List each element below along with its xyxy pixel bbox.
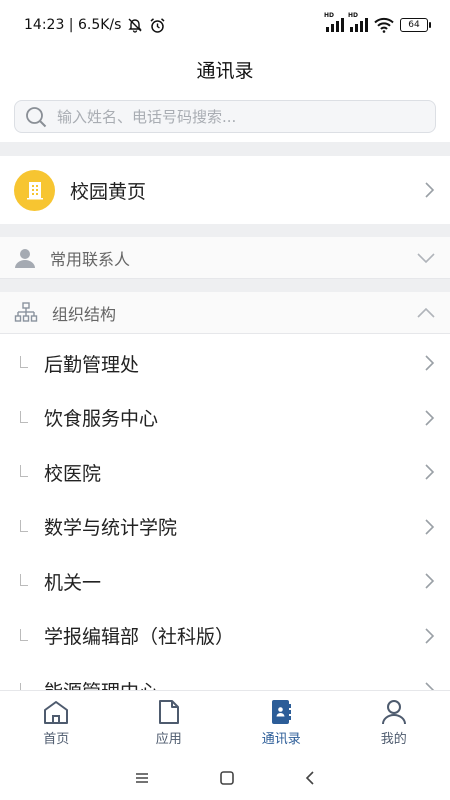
tab-apps[interactable]: 应用 bbox=[113, 691, 226, 754]
section-divider bbox=[0, 279, 450, 292]
tree-branch-icon bbox=[20, 356, 28, 369]
chevron-right-icon bbox=[425, 410, 435, 426]
tab-label: 我的 bbox=[380, 731, 407, 747]
contacts-book-icon bbox=[272, 699, 292, 724]
chevron-right-icon bbox=[425, 182, 435, 198]
status-bar: 14:23 | 6.5K/s HD HD 64 bbox=[0, 0, 450, 50]
tab-label: 首页 bbox=[43, 731, 70, 747]
search-bar bbox=[0, 92, 450, 142]
frequent-contacts-label: 常用联系人 bbox=[50, 249, 131, 269]
department-name: 后勤管理处 bbox=[44, 353, 140, 376]
org-tree-icon bbox=[14, 301, 38, 322]
chevron-right-icon bbox=[425, 682, 434, 690]
tab-contacts[interactable]: 通讯录 bbox=[225, 691, 338, 754]
battery-icon: 64 bbox=[400, 18, 431, 32]
hd-badge: HD bbox=[324, 12, 335, 19]
yellow-pages-label: 校园黄页 bbox=[70, 180, 147, 203]
document-icon bbox=[158, 699, 179, 724]
search-box[interactable] bbox=[14, 100, 436, 133]
tab-home[interactable]: 首页 bbox=[0, 691, 113, 754]
status-time-speed: 14:23 | 6.5K/s bbox=[24, 17, 122, 33]
notifications-muted-icon bbox=[128, 18, 143, 33]
campus-yellow-pages-row[interactable]: 校园黄页 bbox=[0, 156, 450, 224]
chevron-right-icon bbox=[425, 519, 435, 535]
tree-branch-icon bbox=[20, 519, 28, 532]
section-divider bbox=[0, 142, 450, 156]
chevron-right-icon bbox=[425, 355, 435, 371]
bottom-tab-bar: 首页 应用 通讯录 我的 bbox=[0, 690, 450, 754]
department-name: 饮食服务中心 bbox=[44, 408, 159, 431]
chevron-down-icon bbox=[417, 252, 435, 263]
alarm-icon bbox=[150, 17, 165, 33]
battery-level: 64 bbox=[408, 20, 420, 30]
department-item[interactable]: 校医院 bbox=[0, 445, 450, 500]
chevron-right-icon bbox=[425, 628, 435, 644]
status-left: 14:23 | 6.5K/s bbox=[24, 17, 166, 34]
department-item[interactable]: 学报编辑部（社科版） bbox=[0, 609, 450, 664]
department-item[interactable]: 饮食服务中心 bbox=[0, 391, 450, 446]
chevron-up-icon bbox=[417, 307, 435, 318]
signal-icon: HD bbox=[348, 12, 368, 32]
tree-branch-icon bbox=[20, 574, 28, 587]
chevron-right-icon bbox=[425, 464, 435, 480]
department-item[interactable]: 后勤管理处 bbox=[0, 336, 450, 391]
department-name: 校医院 bbox=[44, 462, 102, 485]
page-title: 通讯录 bbox=[196, 59, 254, 82]
tree-branch-icon bbox=[20, 410, 28, 423]
profile-icon bbox=[381, 699, 406, 724]
menu-icon[interactable] bbox=[134, 771, 150, 785]
department-list: 后勤管理处 饮食服务中心 校医院 数学与统计学院 机关一 学报编辑部（社科版） … bbox=[0, 336, 450, 690]
tree-branch-icon bbox=[20, 683, 28, 690]
wifi-icon bbox=[374, 17, 394, 33]
signal-icon: HD bbox=[324, 12, 344, 32]
person-icon bbox=[15, 248, 35, 268]
org-structure-label: 组织结构 bbox=[52, 304, 117, 324]
department-item[interactable]: 数学与统计学院 bbox=[0, 500, 450, 555]
tree-branch-icon bbox=[20, 465, 28, 478]
department-item[interactable]: 机关一 bbox=[0, 554, 450, 609]
tab-label: 应用 bbox=[155, 731, 182, 747]
system-nav-bar bbox=[0, 756, 450, 800]
section-divider bbox=[0, 224, 450, 237]
home-icon bbox=[44, 700, 69, 724]
status-right: HD HD 64 bbox=[324, 12, 431, 33]
department-name: 能源管理中心 bbox=[44, 677, 424, 690]
search-icon bbox=[26, 106, 47, 127]
tree-branch-icon bbox=[20, 628, 28, 641]
department-name: 学报编辑部（社科版） bbox=[44, 626, 235, 649]
org-structure-section[interactable]: 组织结构 bbox=[0, 292, 450, 334]
tab-label: 通讯录 bbox=[261, 731, 301, 747]
hd-badge: HD bbox=[348, 12, 359, 19]
chevron-right-icon bbox=[425, 573, 435, 589]
building-icon bbox=[14, 169, 55, 211]
back-icon[interactable] bbox=[304, 770, 316, 786]
department-name: 数学与统计学院 bbox=[44, 517, 178, 540]
tab-profile[interactable]: 我的 bbox=[338, 691, 450, 754]
department-name: 机关一 bbox=[44, 571, 102, 594]
frequent-contacts-section[interactable]: 常用联系人 bbox=[0, 237, 450, 279]
page-header: 通讯录 bbox=[0, 50, 450, 88]
department-item[interactable]: 能源管理中心 bbox=[0, 663, 450, 690]
search-input[interactable] bbox=[57, 107, 425, 126]
home-square-icon[interactable] bbox=[219, 770, 235, 786]
